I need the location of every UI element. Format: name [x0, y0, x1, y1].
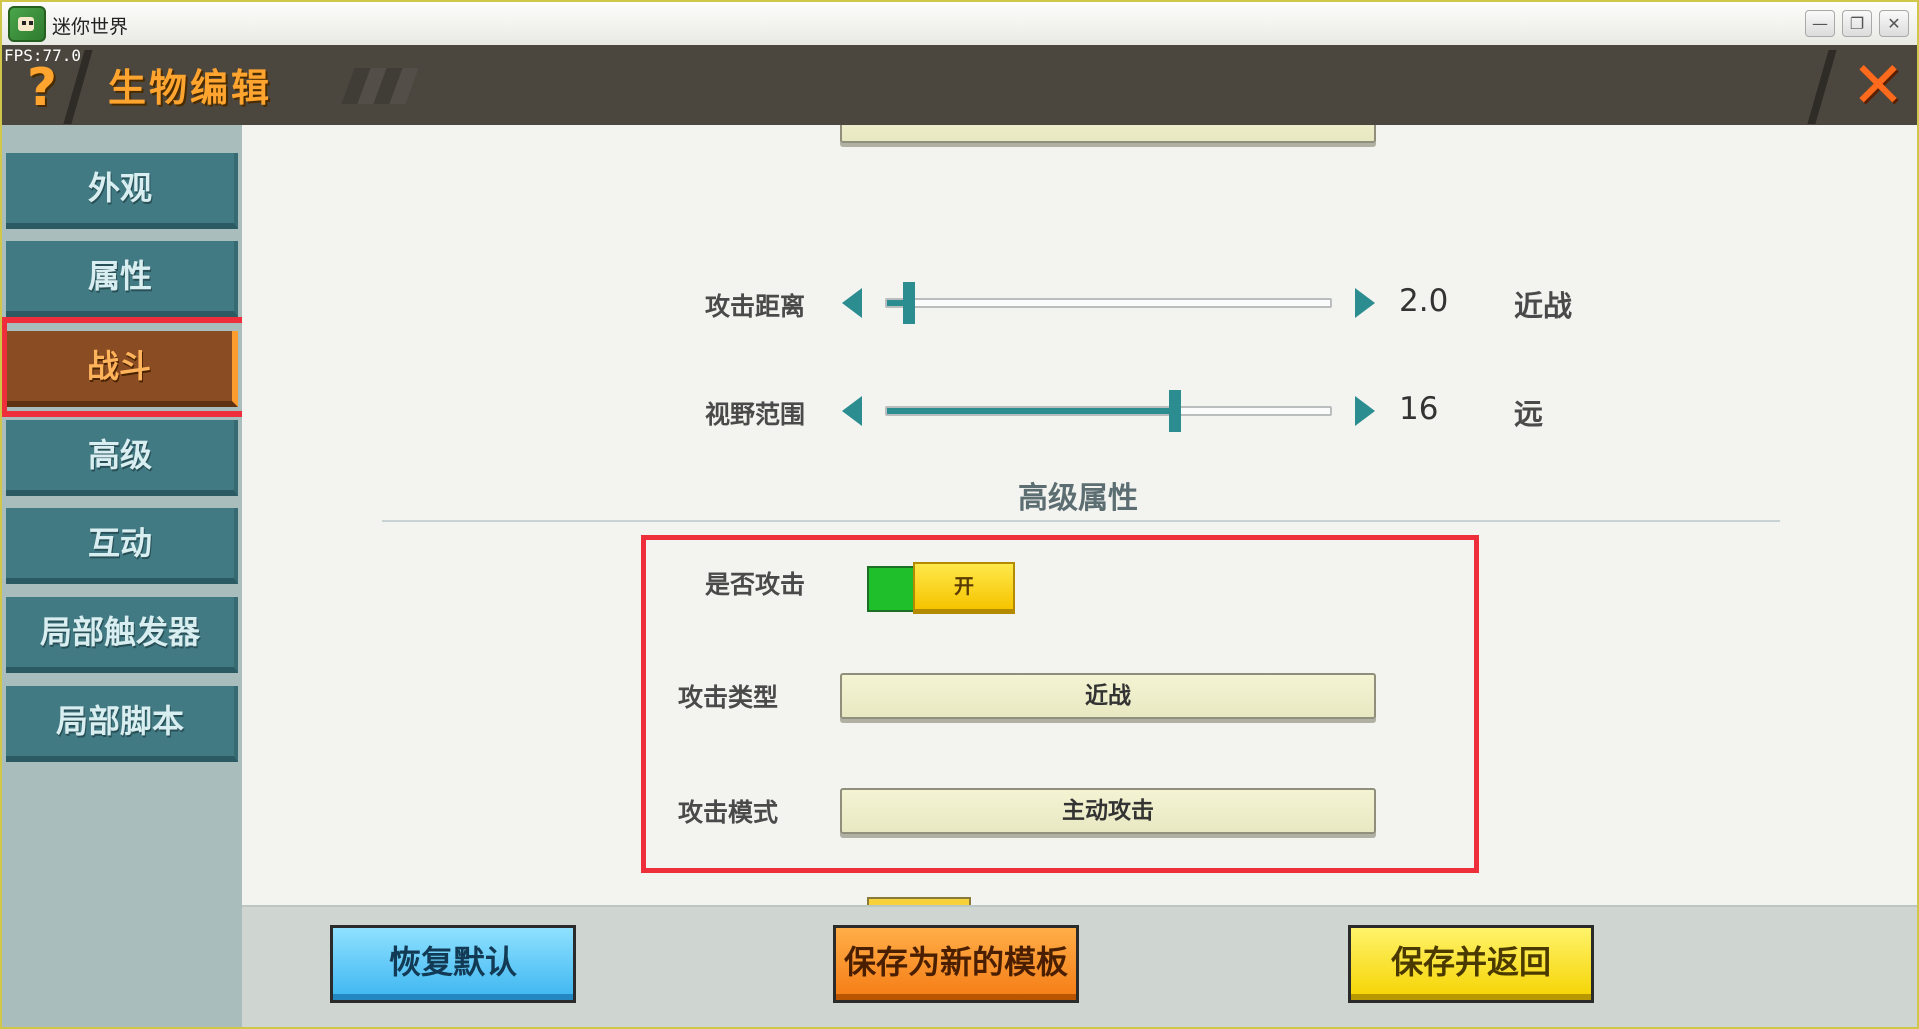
- sidebar-item-advanced[interactable]: 高级: [6, 420, 238, 496]
- fps-counter: FPS:77.0: [4, 46, 82, 65]
- window-close-button[interactable]: ✕: [1879, 10, 1909, 37]
- attack-range-label: 攻击距离: [705, 292, 806, 321]
- app-icon: [8, 6, 46, 42]
- attack-range-slider-handle[interactable]: [903, 282, 915, 324]
- window-title: 迷你世界: [52, 16, 129, 38]
- view-range-slider-fill: [887, 408, 1175, 414]
- attack-type-label: 攻击类型: [678, 683, 779, 712]
- can-attack-label: 是否攻击: [705, 570, 806, 599]
- view-range-label: 视野范围: [705, 400, 806, 429]
- minimize-button[interactable]: —: [1805, 10, 1835, 37]
- close-icon[interactable]: ✕: [1846, 54, 1910, 118]
- attack-range-slider[interactable]: [885, 282, 1332, 324]
- can-attack-toggle[interactable]: 开: [867, 562, 1015, 614]
- restore-button[interactable]: ❐: [1842, 10, 1872, 37]
- view-range-slider-handle[interactable]: [1169, 390, 1181, 432]
- sidebar-item-local-triggers[interactable]: 局部触发器: [6, 597, 238, 673]
- editor-header: [2, 45, 1917, 125]
- sidebar-item-attributes[interactable]: 属性: [6, 241, 238, 317]
- attack-range-description: 近战: [1514, 289, 1573, 323]
- view-range-slider[interactable]: [885, 390, 1332, 432]
- help-icon[interactable]: ?: [18, 58, 66, 118]
- window-titlebar: 迷你世界 — ❐ ✕: [0, 0, 1919, 45]
- sidebar-item-interaction[interactable]: 互动: [6, 508, 238, 584]
- attack-type-dropdown[interactable]: 近战: [840, 673, 1376, 719]
- attack-range-increase-icon[interactable]: [1355, 288, 1375, 318]
- sidebar-item-combat[interactable]: 战斗: [6, 331, 238, 407]
- attack-range-value: 2.0: [1399, 283, 1449, 319]
- page-title: 生物编辑: [108, 66, 273, 110]
- save-and-return-button[interactable]: 保存并返回: [1348, 925, 1594, 1003]
- header-decoration: [341, 68, 419, 104]
- attack-mode-dropdown[interactable]: 主动攻击: [840, 788, 1376, 834]
- view-range-decrease-icon[interactable]: [842, 396, 862, 426]
- view-range-description: 远: [1514, 397, 1544, 431]
- section-divider: [382, 520, 1780, 522]
- partially-visible-toggle[interactable]: [867, 897, 971, 905]
- view-range-value: 16: [1399, 391, 1439, 427]
- toggle-on-indicator: [867, 566, 917, 612]
- scrolled-offscreen-dropdown[interactable]: [840, 125, 1376, 143]
- sidebar: 外观 属性 战斗 高级 互动 局部触发器 局部脚本: [2, 125, 242, 1027]
- advanced-attributes-heading: 高级属性: [1018, 481, 1138, 516]
- combat-settings-panel: 攻击距离 2.0 近战 视野范围 16 远 高级属性 是否攻击 开 攻击类型 近…: [242, 125, 1917, 905]
- attack-range-decrease-icon[interactable]: [842, 288, 862, 318]
- attack-mode-label: 攻击模式: [678, 798, 779, 827]
- sidebar-item-appearance[interactable]: 外观: [6, 153, 238, 229]
- sidebar-item-local-scripts[interactable]: 局部脚本: [6, 686, 238, 762]
- restore-default-button[interactable]: 恢复默认: [330, 925, 576, 1003]
- view-range-increase-icon[interactable]: [1355, 396, 1375, 426]
- save-as-template-button[interactable]: 保存为新的模板: [833, 925, 1079, 1003]
- toggle-knob: 开: [913, 562, 1015, 614]
